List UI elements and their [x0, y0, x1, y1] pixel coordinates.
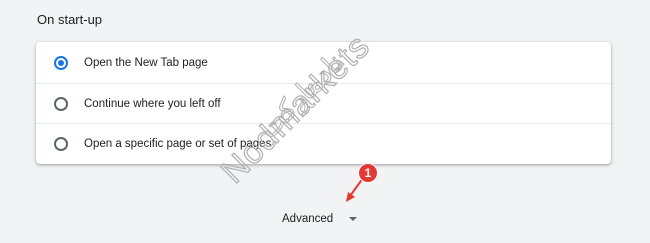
- section-title: On start-up: [37, 12, 103, 27]
- startup-option-new-tab[interactable]: Open the New Tab page: [36, 43, 611, 83]
- startup-option-continue[interactable]: Continue where you left off: [36, 83, 611, 124]
- advanced-label: Advanced: [282, 213, 334, 225]
- startup-option-label: Continue where you left off: [84, 98, 221, 110]
- radio-button[interactable]: [54, 137, 68, 151]
- radio-button-checked[interactable]: [54, 56, 68, 70]
- startup-option-specific-pages[interactable]: Open a specific page or set of pages: [36, 123, 611, 164]
- startup-options-card: Open the New Tab page Continue where you…: [36, 42, 611, 164]
- chevron-down-icon: [349, 217, 358, 221]
- startup-option-label: Open the New Tab page: [84, 57, 208, 69]
- step-number-badge: 1: [359, 164, 377, 182]
- radio-button[interactable]: [54, 97, 68, 111]
- startup-option-label: Open a specific page or set of pages: [84, 138, 272, 150]
- advanced-button[interactable]: Advanced: [282, 210, 358, 228]
